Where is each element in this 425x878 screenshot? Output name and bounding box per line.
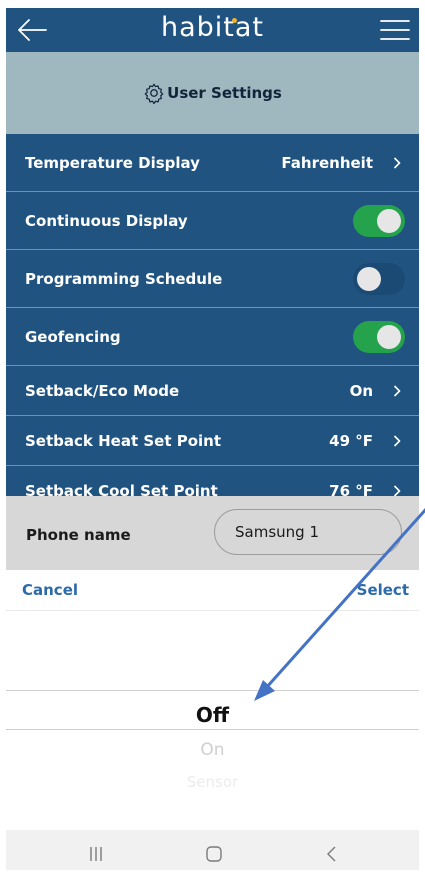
- row-programming-schedule: Programming Schedule: [6, 250, 419, 308]
- row-geofencing: Geofencing: [6, 308, 419, 366]
- row-label: Geofencing: [25, 327, 121, 346]
- row-setback-eco-mode[interactable]: Setback/Eco Mode On: [6, 366, 419, 416]
- picker-divider-bottom: [6, 729, 419, 730]
- system-nav-bar: [6, 830, 419, 870]
- chevron-right-icon: [393, 384, 401, 397]
- picker-option-selected[interactable]: Off: [6, 703, 419, 727]
- picker-option[interactable]: Sensor: [6, 773, 419, 791]
- toggle-knob: [357, 266, 381, 291]
- settings-header: User Settings: [6, 52, 419, 134]
- settings-list: Temperature Display Fahrenheit Continuou…: [6, 134, 419, 516]
- row-label: Continuous Display: [25, 211, 188, 230]
- toggle-knob: [377, 324, 401, 349]
- recents-icon[interactable]: [84, 842, 108, 866]
- mode-picker-wheel[interactable]: Off On Sensor: [6, 610, 419, 830]
- app-logo-text: habitat: [160, 12, 265, 43]
- row-label: Temperature Display: [25, 153, 200, 172]
- app-logo: habitat: [6, 12, 419, 43]
- picker-toolbar: Cancel Select: [6, 570, 419, 611]
- row-value: Fahrenheit: [281, 153, 373, 172]
- continuous-display-toggle[interactable]: [353, 204, 405, 237]
- logo-dot: [232, 18, 237, 23]
- row-continuous-display: Continuous Display: [6, 192, 419, 250]
- home-icon[interactable]: [202, 842, 226, 866]
- row-label: Programming Schedule: [25, 269, 223, 288]
- row-temperature-display[interactable]: Temperature Display Fahrenheit: [6, 134, 419, 192]
- select-button[interactable]: Select: [357, 581, 409, 599]
- chevron-right-icon: [393, 156, 401, 169]
- row-value: On: [349, 381, 373, 400]
- geofencing-toggle[interactable]: [353, 320, 405, 353]
- page-title: User Settings: [167, 84, 282, 102]
- back-icon[interactable]: [320, 842, 344, 866]
- top-bar: habitat: [6, 8, 419, 52]
- toggle-knob: [377, 208, 401, 233]
- picker-divider-top: [6, 690, 419, 691]
- cancel-button[interactable]: Cancel: [22, 581, 78, 599]
- app-screen: habitat User Settings Temperature Displa…: [6, 8, 419, 870]
- row-setback-heat-set-point[interactable]: Setback Heat Set Point 49 °F: [6, 416, 419, 466]
- picker-option[interactable]: On: [6, 740, 419, 760]
- picker-sheet: Cancel Select Off On Sensor: [6, 570, 419, 870]
- row-value: 49 °F: [329, 431, 373, 450]
- phone-name-label: Phone name: [26, 526, 131, 544]
- row-label: Setback/Eco Mode: [25, 381, 180, 400]
- gear-icon: [144, 83, 164, 104]
- phone-name-field[interactable]: Samsung 1: [214, 509, 402, 555]
- chevron-right-icon: [393, 434, 401, 447]
- row-label: Setback Heat Set Point: [25, 431, 221, 450]
- phone-name-row: Phone name Samsung 1: [6, 496, 419, 578]
- programming-schedule-toggle[interactable]: [353, 262, 405, 295]
- hamburger-menu-icon[interactable]: [380, 19, 410, 41]
